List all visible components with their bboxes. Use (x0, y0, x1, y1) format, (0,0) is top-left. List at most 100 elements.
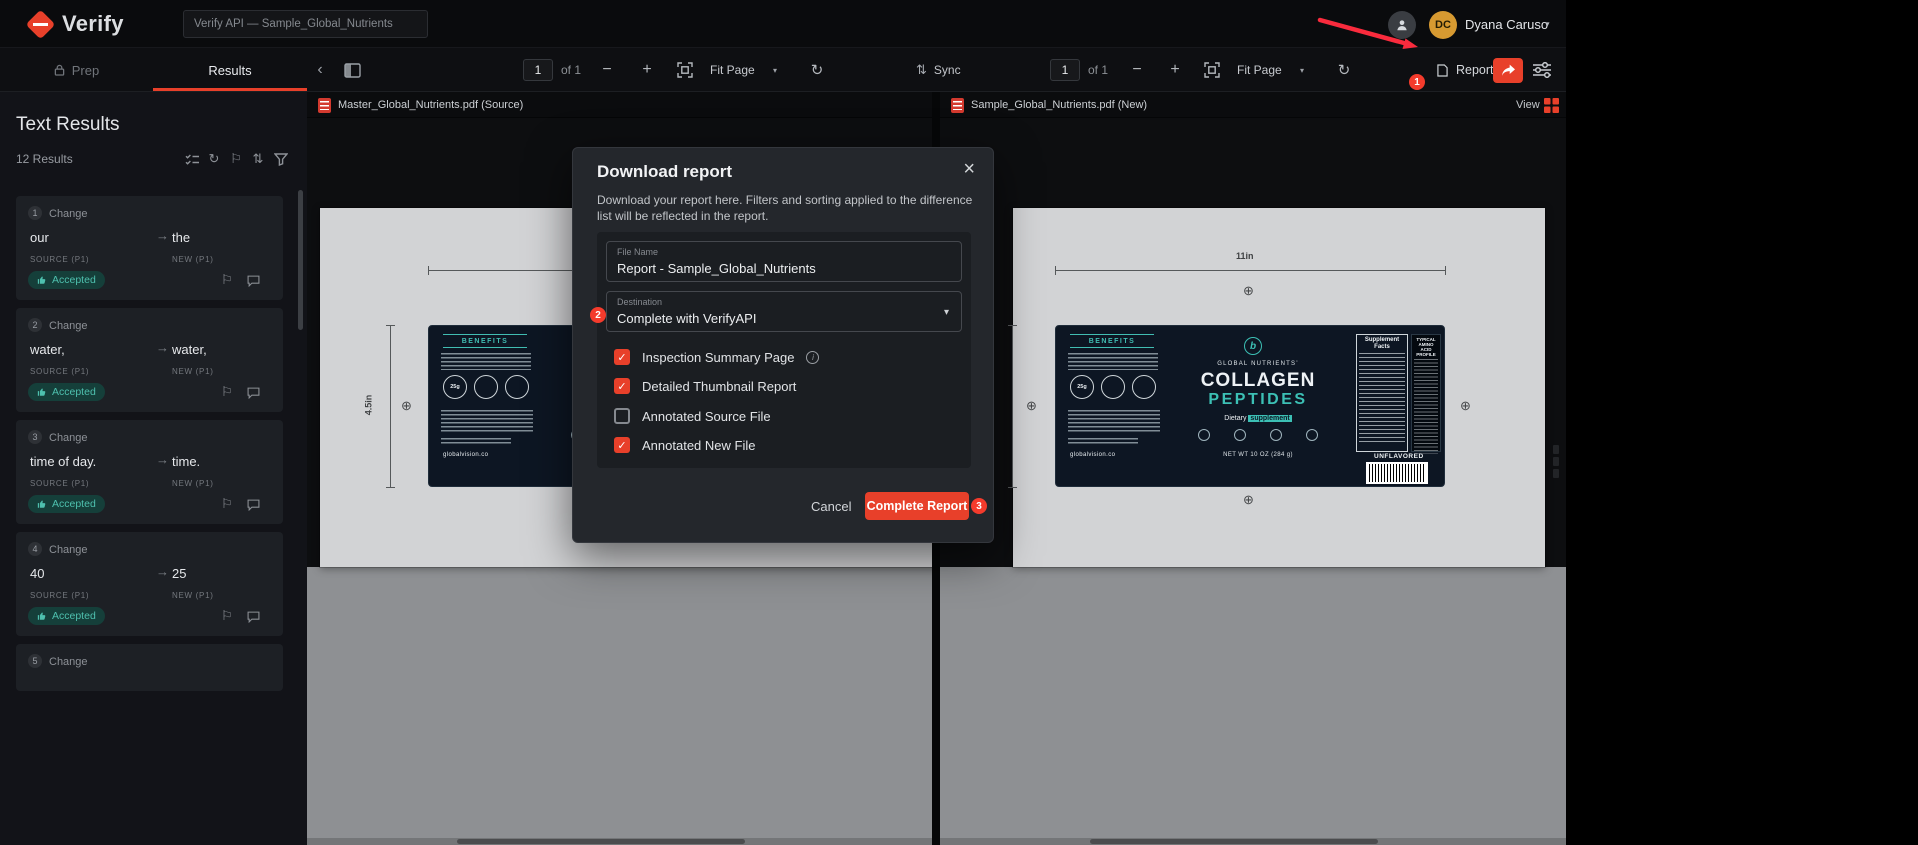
panel-icon (344, 63, 361, 78)
tab-prep[interactable]: Prep (0, 48, 153, 92)
comment-icon[interactable] (247, 498, 260, 516)
accepted-status-badge[interactable]: Accepted (28, 383, 105, 401)
collapse-sidebar-chevron-left-icon[interactable]: ‹ (310, 48, 330, 92)
label-badge (505, 375, 529, 399)
width-dimension-line (1055, 270, 1445, 271)
left-fit-icon[interactable] (672, 48, 698, 92)
result-card-2[interactable]: 2 Change water, → water, SOURCE (P1) NEW… (16, 308, 283, 412)
dimension-tick (1445, 266, 1446, 275)
cancel-button[interactable]: Cancel (811, 499, 851, 514)
flag-icon[interactable]: ⚐ (227, 150, 245, 168)
checkbox-unchecked[interactable] (614, 408, 630, 424)
label-badge (1132, 375, 1156, 399)
info-icon[interactable]: i (806, 351, 819, 364)
results-count: 12 Results (16, 152, 73, 166)
result-card-1[interactable]: 1 Change our → the SOURCE (P1) NEW (P1) … (16, 196, 283, 300)
label-product-line2: PEPTIDES (1168, 391, 1348, 409)
user-name[interactable]: Dyana Caruso (1465, 17, 1548, 32)
left-zoom-in-button[interactable]: + (636, 48, 658, 92)
source-label: SOURCE (P1) (30, 367, 89, 376)
option-detailed-thumbnail: ✓ Detailed Thumbnail Report (614, 378, 796, 394)
label-badge: 25g (443, 375, 467, 399)
user-menu-chevron-down-icon[interactable]: ▾ (1545, 19, 1550, 30)
file-name-input[interactable] (617, 261, 937, 276)
result-type: Change (49, 544, 88, 556)
user-avatar[interactable]: DC (1429, 11, 1457, 39)
new-text: time. (172, 454, 200, 469)
complete-report-button[interactable]: Complete Report (865, 492, 969, 520)
close-icon[interactable]: × (963, 158, 975, 181)
left-fit-mode-dropdown[interactable]: Fit Page (710, 48, 755, 92)
view-grid-icon[interactable] (1544, 98, 1559, 118)
flag-icon[interactable]: ⚐ (221, 496, 233, 512)
accepted-status-badge[interactable]: Accepted (28, 271, 105, 289)
comment-icon[interactable] (247, 610, 260, 628)
accepted-status-badge[interactable]: Accepted (28, 495, 105, 513)
result-card-4[interactable]: 4 Change 40 → 25 SOURCE (P1) NEW (P1) Ac… (16, 532, 283, 636)
tab-results[interactable]: Results (153, 48, 307, 92)
text-lines-decoration (1068, 353, 1158, 370)
view-settings-button[interactable] (1532, 62, 1552, 83)
right-zoom-out-button[interactable]: − (1126, 48, 1148, 92)
flag-icon[interactable]: ⚐ (221, 608, 233, 624)
flag-icon[interactable]: ⚐ (221, 384, 233, 400)
filter-icon[interactable] (272, 150, 290, 168)
label-website: globalvision.co (443, 452, 488, 458)
comment-icon[interactable] (247, 274, 260, 292)
share-arrow-icon (1501, 64, 1516, 77)
sliders-icon (1532, 62, 1552, 78)
chevron-down-icon[interactable]: ▾ (944, 307, 949, 318)
horizontal-scrollbar[interactable] (307, 838, 932, 845)
tab-results-label: Results (208, 63, 251, 78)
label-logo: b (1244, 337, 1262, 355)
result-card-5[interactable]: 5 Change (16, 644, 283, 691)
checkbox-checked[interactable]: ✓ (614, 437, 630, 453)
horizontal-scrollbar[interactable] (940, 838, 1566, 845)
result-card-3[interactable]: 3 Change time of day. → time. SOURCE (P1… (16, 420, 283, 524)
comment-icon[interactable] (247, 386, 260, 404)
new-filename: Sample_Global_Nutrients.pdf (New) (971, 99, 1147, 111)
document-title-input[interactable] (183, 10, 428, 38)
right-page-number-input[interactable] (1050, 59, 1080, 81)
viewer-background (307, 567, 932, 845)
label-flavor: UNFLAVORED (1374, 453, 1444, 460)
label-badge: 25g (1070, 375, 1094, 399)
sort-icon[interactable]: ⇅ (249, 150, 267, 168)
flag-icon[interactable]: ⚐ (221, 272, 233, 288)
accepted-status-badge[interactable]: Accepted (28, 607, 105, 625)
new-label: NEW (P1) (172, 367, 214, 376)
text-lines-decoration (1068, 438, 1138, 446)
registration-crosshair-icon: ⊕ (1243, 284, 1254, 297)
share-button[interactable] (1493, 58, 1523, 83)
dimension-tick (386, 487, 395, 488)
view-label: View (1516, 99, 1540, 111)
left-page-number-input[interactable] (523, 59, 553, 81)
result-type: Change (49, 656, 88, 668)
height-dimension-line (390, 325, 391, 487)
status-label: Accepted (52, 610, 96, 622)
sidebar-scrollbar-thumb[interactable] (298, 190, 303, 330)
right-fit-icon[interactable] (1199, 48, 1225, 92)
right-fit-mode-dropdown[interactable]: Fit Page (1237, 48, 1282, 92)
file-name-field[interactable]: File Name (606, 241, 962, 282)
source-filename: Master_Global_Nutrients.pdf (Source) (338, 99, 523, 111)
panel-layout-toggle[interactable] (340, 48, 364, 92)
checklist-icon[interactable] (183, 150, 201, 168)
left-rotate-icon[interactable]: ↻ (806, 48, 828, 92)
supplement-facts-panel: Supplement Facts (1356, 334, 1408, 452)
registration-crosshair-icon: ⊕ (1243, 493, 1254, 506)
report-button[interactable]: Report (1437, 48, 1494, 92)
destination-select[interactable]: Destination Complete with VerifyAPI ▾ (606, 291, 962, 332)
left-zoom-out-button[interactable]: − (596, 48, 618, 92)
sync-toggle[interactable]: ⇅ Sync (916, 48, 961, 92)
right-page-count: of 1 (1088, 48, 1108, 92)
left-fit-chevron-down-icon[interactable]: ▾ (768, 48, 782, 92)
new-viewer-canvas[interactable]: 11in 4.5in ⊕ ⊕ ⊕ ⊕ BENEFITS 25g globalvi… (940, 118, 1566, 845)
refresh-icon[interactable]: ↻ (205, 150, 223, 168)
checkbox-checked[interactable]: ✓ (614, 378, 630, 394)
checkbox-checked[interactable]: ✓ (614, 349, 630, 365)
result-type: Change (49, 320, 88, 332)
right-zoom-in-button[interactable]: + (1164, 48, 1186, 92)
vertical-scrollbar-thumb[interactable] (1553, 445, 1560, 481)
label-product-line1: COLLAGEN (1168, 370, 1348, 392)
